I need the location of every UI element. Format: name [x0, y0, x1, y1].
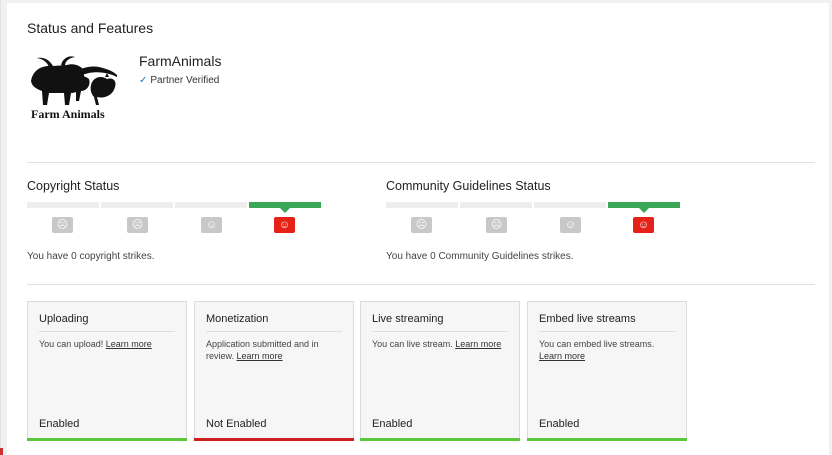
sad-face-icon: ☹	[411, 217, 432, 233]
card-divider	[372, 331, 508, 332]
unhappy-face-icon: ☹	[127, 217, 148, 233]
feature-card-embed-live-streams: Embed live streams You can embed live st…	[527, 301, 687, 441]
verified-label: Partner Verified	[150, 75, 220, 86]
feature-card-live-streaming: Live streaming You can live stream. Lear…	[360, 301, 520, 441]
learn-more-link[interactable]: Learn more	[455, 339, 501, 349]
status-features-panel: Status and Features Farm Animals FarmAni…	[7, 3, 829, 455]
strike-segment-2	[460, 202, 532, 208]
window-left-edge	[0, 0, 1, 455]
checkmark-icon: ✓	[139, 75, 148, 86]
copyright-strike-text: You have 0 copyright strikes.	[27, 251, 155, 262]
logo-text: Farm Animals	[31, 107, 105, 121]
channel-logo: Farm Animals	[27, 51, 119, 125]
community-status-title: Community Guidelines Status	[386, 179, 551, 193]
learn-more-link[interactable]: Learn more	[237, 351, 283, 361]
card-title: Embed live streams	[539, 313, 636, 325]
corner-marker	[0, 448, 3, 455]
sad-face-icon: ☹	[52, 217, 73, 233]
strike-segment-2	[101, 202, 173, 208]
divider	[27, 162, 815, 163]
copyright-status-title: Copyright Status	[27, 179, 120, 193]
channel-name[interactable]: FarmAnimals	[139, 53, 221, 69]
card-status: Enabled	[39, 418, 80, 430]
card-status: Enabled	[539, 418, 580, 430]
neutral-face-icon: ☺	[560, 217, 581, 233]
feature-card-monetization: Monetization Application submitted and i…	[194, 301, 354, 441]
community-pointer-icon	[639, 208, 649, 213]
unhappy-face-icon: ☹	[486, 217, 507, 233]
card-title: Uploading	[39, 313, 89, 325]
neutral-face-icon: ☺	[201, 217, 222, 233]
status-indicator	[194, 438, 354, 441]
page-title: Status and Features	[27, 20, 154, 36]
status-indicator	[360, 438, 520, 441]
card-divider	[39, 331, 175, 332]
card-description: You can live stream. Learn more	[372, 338, 510, 350]
happy-face-icon: ☺	[633, 217, 654, 233]
partner-verified-badge: ✓ Partner Verified	[139, 75, 219, 86]
learn-more-link[interactable]: Learn more	[106, 339, 152, 349]
farm-animals-logo-icon	[31, 56, 117, 105]
card-description: Application submitted and in review. Lea…	[206, 338, 344, 362]
card-description: You can upload! Learn more	[39, 338, 177, 350]
card-desc-text: You can embed live streams.	[539, 339, 655, 349]
card-divider	[206, 331, 342, 332]
status-indicator	[27, 438, 187, 441]
status-indicator	[527, 438, 687, 441]
card-divider	[539, 331, 675, 332]
happy-face-icon: ☺	[274, 217, 295, 233]
copyright-strike-bar	[27, 202, 321, 208]
card-desc-text: You can upload!	[39, 339, 104, 349]
feature-card-uploading: Uploading You can upload! Learn more Ena…	[27, 301, 187, 441]
strike-segment-1	[534, 202, 606, 208]
strike-segment-1	[175, 202, 247, 208]
card-description: You can embed live streams. Learn more	[539, 338, 677, 362]
learn-more-link[interactable]: Learn more	[539, 351, 585, 361]
card-title: Live streaming	[372, 313, 444, 325]
strike-segment-3	[27, 202, 99, 208]
copyright-pointer-icon	[280, 208, 290, 213]
community-strike-bar	[386, 202, 680, 208]
divider	[27, 284, 815, 285]
community-strike-text: You have 0 Community Guidelines strikes.	[386, 251, 574, 262]
card-status: Enabled	[372, 418, 413, 430]
card-status: Not Enabled	[206, 418, 267, 430]
card-desc-text: You can live stream.	[372, 339, 453, 349]
strike-segment-3	[386, 202, 458, 208]
card-title: Monetization	[206, 313, 269, 325]
